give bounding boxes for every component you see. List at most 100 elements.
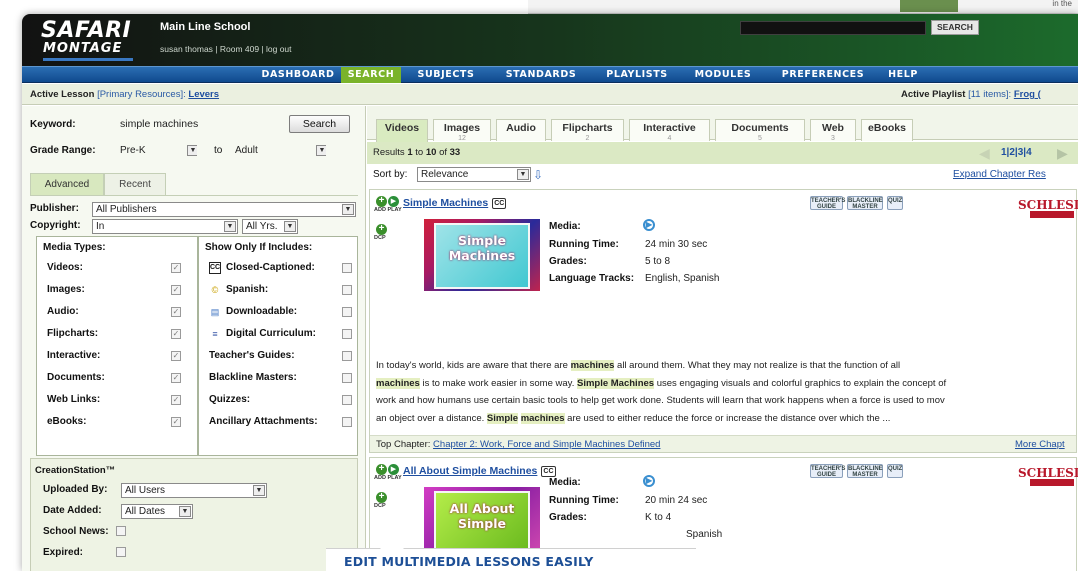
active-lesson-link[interactable]: Levers (188, 89, 219, 100)
media-tab-videos[interactable]: Videos (376, 119, 428, 142)
main-nav: DASHBOARD SEARCH SUBJECTS STANDARDS PLAYLIST… (22, 66, 1078, 83)
show-only-checkbox[interactable] (342, 307, 352, 317)
header-search-input[interactable] (740, 21, 926, 35)
grade-from-select[interactable]: Pre-K ▼ (116, 143, 198, 158)
media-tab-label: Audio (506, 122, 536, 134)
media-tab-ebooks[interactable]: eBooks (861, 119, 913, 141)
keyword-highlight: machines (570, 360, 615, 371)
grades-value: K to 4 (645, 512, 672, 523)
play-icon[interactable]: ▶ (388, 464, 399, 475)
active-lesson-label: Active Lesson (30, 89, 95, 100)
date-added-select[interactable]: All Dates ▼ (121, 504, 193, 519)
dcp-control[interactable]: + DCP (374, 492, 390, 514)
media-tab-documents[interactable]: Documents 5 (715, 119, 805, 142)
chevron-down-icon: ▼ (517, 169, 529, 180)
show-only-checkbox[interactable] (342, 351, 352, 361)
nav-playlists[interactable]: PLAYLISTS (597, 67, 677, 83)
nav-help[interactable]: HELP (883, 67, 923, 83)
result-title[interactable]: All About Simple Machines CC (403, 465, 556, 477)
next-page-icon[interactable]: ▶ (1057, 142, 1068, 164)
show-only-checkbox[interactable] (342, 329, 352, 339)
add-icon[interactable]: + (376, 196, 387, 207)
copyright-select[interactable]: In ▼ (92, 219, 238, 234)
logo-montage[interactable]: MONTAGE (43, 41, 122, 56)
grade-from-value: Pre-K (120, 145, 146, 156)
result-title[interactable]: Simple Machines CC (403, 197, 507, 209)
blackline-master-badge[interactable]: BLACKLINE MASTER (847, 196, 883, 210)
media-types-heading: Media Types: (43, 242, 106, 253)
sort-select[interactable]: Relevance ▼ (417, 167, 531, 182)
dcp-control[interactable]: + DCP (374, 224, 390, 246)
media-type-checkbox[interactable]: ✓ (171, 373, 181, 383)
show-only-checkbox[interactable] (342, 263, 352, 273)
media-type-checkbox[interactable]: ✓ (171, 307, 181, 317)
more-chapters-link[interactable]: More Chapt (1015, 436, 1065, 453)
uploaded-by-select[interactable]: All Users ▼ (121, 483, 267, 498)
results-to-word: to (415, 147, 424, 158)
nav-preferences[interactable]: PREFERENCES (768, 67, 878, 83)
show-only-checkbox[interactable] (342, 395, 352, 405)
media-tab-interactive[interactable]: Interactive 4 (629, 119, 710, 142)
header: SAFARI MONTAGE Main Line School susan th… (22, 14, 1078, 66)
quiz-badge[interactable]: QUIZ (887, 196, 903, 210)
nav-search[interactable]: SEARCH (341, 67, 401, 83)
result-title-text[interactable]: Simple Machines (403, 197, 488, 209)
show-only-checkbox[interactable] (342, 417, 352, 427)
video-media-icon: ▶ (643, 475, 655, 487)
play-icon[interactable]: ▶ (388, 196, 399, 207)
keyword-input[interactable]: simple machines (114, 115, 284, 133)
media-type-checkbox[interactable]: ✓ (171, 285, 181, 295)
tab-advanced[interactable]: Advanced (30, 173, 104, 195)
media-tab-flipcharts[interactable]: Flipcharts 2 (551, 119, 624, 142)
nav-dashboard[interactable]: DASHBOARD (259, 67, 337, 83)
search-button[interactable]: Search (289, 115, 350, 133)
media-type-checkbox[interactable]: ✓ (171, 395, 181, 405)
expired-checkbox[interactable] (116, 547, 126, 557)
caption-text: EDIT MULTIMEDIA LESSONS EASILY (344, 554, 594, 569)
add-icon[interactable]: + (376, 492, 387, 503)
media-type-label: Videos: (47, 262, 83, 273)
thumbnail-title: All About Simple (449, 501, 515, 531)
header-search-button[interactable]: SEARCH (931, 20, 979, 35)
nav-modules[interactable]: MODULES (682, 67, 764, 83)
nav-standards[interactable]: STANDARDS (491, 67, 591, 83)
add-play-label: ADD PLAY (374, 475, 402, 481)
media-types-box: Media Types: Videos: ✓ Images: ✓ Audio: ✓ Flip… (36, 236, 198, 456)
expand-chapter-results-link[interactable]: Expand Chapter Res (953, 164, 1046, 186)
nav-subjects[interactable]: SUBJECTS (404, 67, 488, 83)
add-icon[interactable]: + (376, 464, 387, 475)
top-chapter-link[interactable]: Chapter 2: Work, Force and Simple Machin… (433, 439, 660, 450)
video-media-icon: ▶ (643, 219, 655, 231)
show-only-checkbox[interactable] (342, 285, 352, 295)
media-tab-web[interactable]: Web 3 (810, 119, 856, 142)
teacher-guide-badge[interactable]: TEACHER'S GUIDE (810, 196, 845, 210)
user-info[interactable]: susan thomas | Room 409 | log out (160, 44, 292, 54)
logo-safari[interactable]: SAFARI (41, 18, 131, 43)
tab-recent[interactable]: Recent (104, 173, 166, 195)
result-thumbnail[interactable]: Simple Machines (420, 215, 544, 295)
media-tab-images[interactable]: Images 12 (433, 119, 491, 142)
quiz-badge[interactable]: QUIZ (887, 464, 903, 478)
active-playlist-link[interactable]: Frog ( (1014, 89, 1041, 100)
media-type-checkbox[interactable]: ✓ (171, 263, 181, 273)
copyright-years-select[interactable]: All Yrs. ▼ (242, 219, 298, 234)
media-type-checkbox[interactable]: ✓ (171, 417, 181, 427)
copyright-label: Copyright: (30, 220, 81, 231)
pagination[interactable]: 1|2|3|4 (1001, 142, 1032, 164)
grade-to-select[interactable]: Adult ▼ (231, 143, 327, 158)
media-tab-audio[interactable]: Audio (496, 119, 546, 141)
media-type-checkbox[interactable]: ✓ (171, 351, 181, 361)
show-only-label: Ancillary Attachments: (209, 416, 318, 427)
running-time-value: 24 min 30 sec (645, 239, 708, 250)
blackline-master-badge[interactable]: BLACKLINE MASTER (847, 464, 883, 478)
cc-icon: CC (209, 262, 221, 274)
sort-direction-icon[interactable]: ⇩ (533, 164, 543, 186)
media-type-checkbox[interactable]: ✓ (171, 329, 181, 339)
teacher-guide-badge[interactable]: TEACHER'S GUIDE (810, 464, 845, 478)
prev-page-icon[interactable]: ◀ (979, 142, 990, 164)
school-news-checkbox[interactable] (116, 526, 126, 536)
result-title-text[interactable]: All About Simple Machines (403, 465, 537, 477)
show-only-checkbox[interactable] (342, 373, 352, 383)
add-icon[interactable]: + (376, 224, 387, 235)
publisher-select[interactable]: All Publishers ▼ (92, 202, 356, 217)
